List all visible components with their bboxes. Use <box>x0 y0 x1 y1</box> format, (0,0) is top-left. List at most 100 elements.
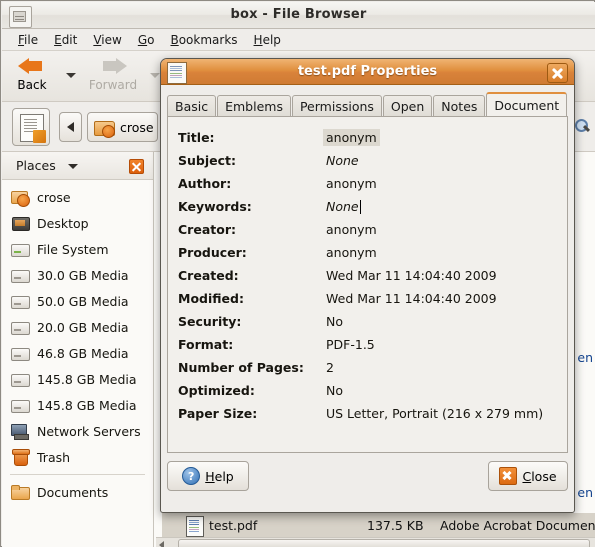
forward-button[interactable]: Forward <box>82 55 144 99</box>
back-label: Back <box>17 78 47 92</box>
dialog-title: test.pdf Properties <box>297 64 438 79</box>
sidebar-separator <box>10 474 145 475</box>
list-item-label: Trash <box>37 449 71 465</box>
table-row[interactable]: test.pdf 137.5 KB Adobe Acrobat Documen <box>162 513 595 537</box>
property-value-modified: Wed Mar 11 14:04:40 2009 <box>326 291 497 306</box>
list-item-label: 30.0 GB Media <box>37 267 129 283</box>
arrow-left-icon <box>18 55 46 77</box>
drive-icon <box>11 241 30 257</box>
property-value-producer[interactable]: anonym <box>326 245 377 260</box>
list-item-label: Documents <box>37 484 109 500</box>
tab-notes[interactable]: Notes <box>433 95 486 117</box>
close-button-label: Close <box>522 468 557 484</box>
network-icon <box>11 423 29 440</box>
property-label: Format: <box>178 337 234 352</box>
sidebar-item-media-46gb[interactable]: 46.8 GB Media <box>2 340 153 366</box>
list-item-label: 50.0 GB Media <box>37 293 129 309</box>
property-value-created: Wed Mar 11 14:04:40 2009 <box>326 268 497 283</box>
property-value-author[interactable]: anonym <box>326 176 377 191</box>
property-value-title[interactable]: anonym <box>323 129 380 146</box>
sidebar-item-documents[interactable]: Documents <box>2 479 153 505</box>
text-cursor <box>359 199 361 214</box>
drive-icon <box>11 293 30 309</box>
drive-icon <box>11 319 30 335</box>
triangle-left-icon <box>67 122 74 132</box>
property-row-optimized: Optimized: No <box>178 379 543 402</box>
sidebar-item-media-50gb[interactable]: 50.0 GB Media <box>2 288 153 314</box>
properties-dialog: test.pdf Properties Basic Emblems Permis… <box>160 58 575 513</box>
window-titlebar[interactable]: box - File Browser <box>2 2 595 29</box>
tab-emblems[interactable]: Emblems <box>217 95 291 117</box>
magnifier-icon[interactable] <box>575 119 589 133</box>
help-button-label: Help <box>205 468 234 484</box>
tab-document[interactable]: Document <box>486 92 568 117</box>
drive-icon <box>11 345 30 361</box>
close-icon[interactable] <box>547 63 568 83</box>
property-row-modified: Modified: Wed Mar 11 14:04:40 2009 <box>178 287 543 310</box>
path-scroll-left-button[interactable] <box>59 112 82 142</box>
clipped-cell-1: en <box>577 350 593 365</box>
pdf-document-icon <box>186 516 204 537</box>
folder-icon <box>11 484 30 500</box>
sidebar-item-media-20gb[interactable]: 20.0 GB Media <box>2 314 153 340</box>
sidebar-item-media-145gb-a[interactable]: 145.8 GB Media <box>2 366 153 392</box>
property-value-paper-size: US Letter, Portrait (216 x 279 mm) <box>326 406 544 421</box>
places-list: crose Desktop File System 30.0 GB Media … <box>2 180 153 505</box>
menu-go[interactable]: Go <box>130 31 163 49</box>
chevron-down-icon[interactable] <box>68 164 78 169</box>
drive-icon <box>11 397 30 413</box>
path-button-crose[interactable]: crose <box>87 112 158 142</box>
menu-edit[interactable]: Edit <box>46 31 85 49</box>
window-title: box - File Browser <box>230 7 367 22</box>
document-properties-table: Title: anonym Subject: None Author: anon… <box>178 126 543 425</box>
places-header: Places <box>2 152 153 180</box>
triangle-left-icon[interactable] <box>156 538 168 547</box>
list-item-label: 20.0 GB Media <box>37 319 129 335</box>
property-value-creator[interactable]: anonym <box>326 222 377 237</box>
back-history-caret-icon[interactable] <box>66 73 76 78</box>
drive-icon <box>11 267 30 283</box>
back-button[interactable]: Back <box>10 55 54 99</box>
forward-history-caret-icon[interactable] <box>150 73 160 78</box>
list-item-label: crose <box>37 189 71 205</box>
property-row-security: Security: No <box>178 310 543 333</box>
property-value-keywords[interactable]: None <box>326 199 359 214</box>
sidebar-item-trash[interactable]: Trash <box>2 444 153 470</box>
file-type-cell: Adobe Acrobat Documen <box>440 517 595 533</box>
list-item-label: File System <box>37 241 109 257</box>
property-label: Security: <box>178 314 242 329</box>
help-button[interactable]: ? Help <box>167 461 249 491</box>
dialog-titlebar[interactable]: test.pdf Properties <box>161 59 574 85</box>
screen: box - File Browser File Edit View Go Boo… <box>0 0 595 547</box>
property-label: Subject: <box>178 153 236 168</box>
sidebar-item-network-servers[interactable]: Network Servers <box>2 418 153 444</box>
menu-view[interactable]: View <box>85 31 129 49</box>
tab-open-with[interactable]: Open With <box>382 95 433 135</box>
document-edit-icon <box>20 114 46 143</box>
close-x-icon <box>499 467 518 485</box>
sidebar-item-crose[interactable]: crose <box>2 184 153 210</box>
horizontal-scrollbar[interactable] <box>156 537 595 547</box>
close-button[interactable]: Close <box>488 461 568 491</box>
close-icon[interactable] <box>129 159 144 174</box>
menu-file[interactable]: File <box>10 31 46 49</box>
sidebar-item-media-30gb[interactable]: 30.0 GB Media <box>2 262 153 288</box>
property-label: Creator: <box>178 222 236 237</box>
list-item-label: 145.8 GB Media <box>37 397 137 413</box>
property-row-number-of-pages: Number of Pages: 2 <box>178 356 543 379</box>
property-row-author: Author: anonym <box>178 172 543 195</box>
file-name-cell: test.pdf <box>209 517 258 533</box>
property-label: Number of Pages: <box>178 360 304 375</box>
tab-permissions[interactable]: Permissions <box>291 95 382 117</box>
sidebar-item-desktop[interactable]: Desktop <box>2 210 153 236</box>
menu-help[interactable]: Help <box>246 31 289 49</box>
toggle-location-entry-button[interactable] <box>12 108 50 146</box>
property-value-subject[interactable]: None <box>326 153 359 168</box>
places-label: Places <box>16 158 56 173</box>
sidebar-item-file-system[interactable]: File System <box>2 236 153 262</box>
sidebar-item-media-145gb-b[interactable]: 145.8 GB Media <box>2 392 153 418</box>
menu-bookmarks[interactable]: Bookmarks <box>162 31 245 49</box>
desktop-icon <box>11 215 30 231</box>
scrollbar-thumb[interactable] <box>178 539 590 547</box>
tab-basic[interactable]: Basic <box>167 95 217 117</box>
